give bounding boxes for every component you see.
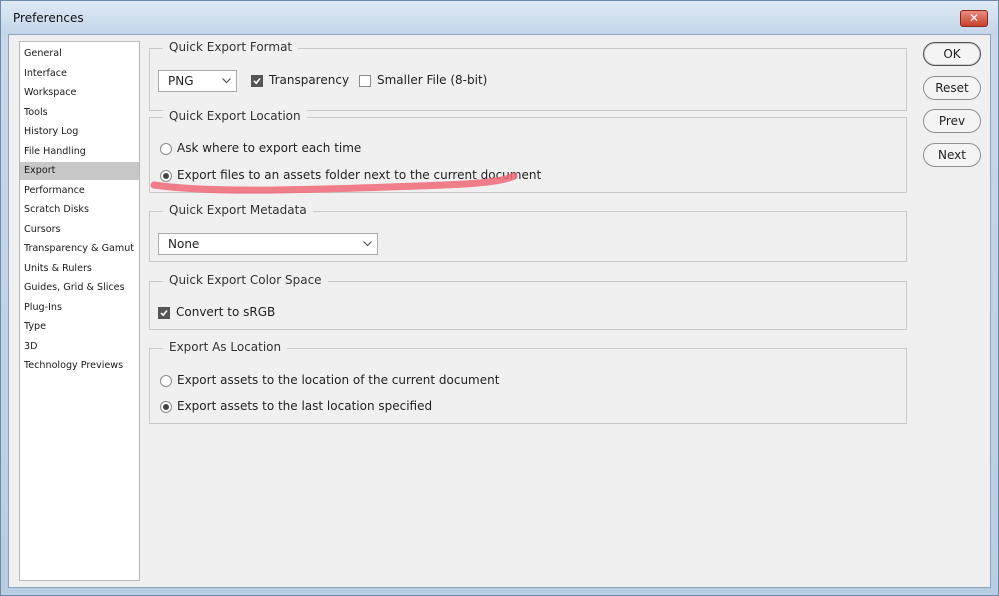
- last-location-label[interactable]: Export assets to the last location speci…: [177, 399, 432, 413]
- chevron-down-icon: [363, 241, 372, 247]
- close-button[interactable]: ✕: [960, 10, 988, 27]
- smaller-file-label[interactable]: Smaller File (8-bit): [377, 73, 487, 87]
- sidebar-item-history-log[interactable]: History Log: [20, 123, 139, 141]
- sidebar-item-scratch-disks[interactable]: Scratch Disks: [20, 201, 139, 219]
- dialog-body: General Interface Workspace Tools Histor…: [8, 34, 991, 588]
- sidebar-item-workspace[interactable]: Workspace: [20, 84, 139, 102]
- quick-export-color-space-group: Quick Export Color Space Convert to sRGB: [149, 273, 907, 330]
- smaller-file-checkbox[interactable]: [359, 75, 371, 87]
- close-icon: ✕: [968, 11, 980, 25]
- transparency-label[interactable]: Transparency: [269, 73, 349, 87]
- quick-export-location-group: Quick Export Location Ask where to expor…: [149, 109, 907, 193]
- checkmark-icon: [253, 77, 261, 85]
- quick-export-metadata-group: Quick Export Metadata None: [149, 203, 907, 262]
- sidebar-item-interface[interactable]: Interface: [20, 65, 139, 83]
- metadata-select[interactable]: None: [158, 233, 378, 255]
- current-document-location-label[interactable]: Export assets to the location of the cur…: [177, 373, 499, 387]
- quick-export-format-legend: Quick Export Format: [163, 40, 299, 54]
- chevron-down-icon: [222, 78, 231, 84]
- transparency-checkbox[interactable]: [251, 75, 263, 87]
- sidebar-item-technology-previews[interactable]: Technology Previews: [20, 357, 139, 375]
- sidebar-item-plug-ins[interactable]: Plug-Ins: [20, 299, 139, 317]
- category-list: General Interface Workspace Tools Histor…: [19, 41, 140, 581]
- sidebar-item-performance[interactable]: Performance: [20, 182, 139, 200]
- window-title: Preferences: [13, 11, 84, 25]
- sidebar-item-file-handling[interactable]: File Handling: [20, 143, 139, 161]
- last-location-radio[interactable]: [160, 401, 172, 413]
- reset-button[interactable]: Reset: [923, 76, 981, 100]
- prev-button[interactable]: Prev: [923, 109, 981, 133]
- format-select[interactable]: PNG: [158, 70, 237, 92]
- sidebar-item-guides-grid-slices[interactable]: Guides, Grid & Slices: [20, 279, 139, 297]
- sidebar-item-export[interactable]: Export: [20, 162, 139, 180]
- convert-srgb-checkbox[interactable]: [158, 307, 170, 319]
- ok-button[interactable]: OK: [923, 42, 981, 66]
- export-as-location-legend: Export As Location: [163, 340, 288, 354]
- title-bar[interactable]: Preferences ✕: [1, 1, 998, 35]
- preferences-window: Preferences ✕ General Interface Workspac…: [0, 0, 999, 596]
- assets-folder-label[interactable]: Export files to an assets folder next to…: [177, 168, 541, 182]
- next-button-label: Next: [938, 148, 966, 162]
- quick-export-location-legend: Quick Export Location: [163, 109, 307, 123]
- sidebar-item-general[interactable]: General: [20, 45, 139, 63]
- ask-where-label[interactable]: Ask where to export each time: [177, 141, 361, 155]
- sidebar-item-cursors[interactable]: Cursors: [20, 221, 139, 239]
- quick-export-color-space-legend: Quick Export Color Space: [163, 273, 328, 287]
- sidebar-item-tools[interactable]: Tools: [20, 104, 139, 122]
- current-document-location-radio[interactable]: [160, 375, 172, 387]
- sidebar-item-type[interactable]: Type: [20, 318, 139, 336]
- metadata-select-value: None: [168, 237, 200, 251]
- sidebar-item-transparency-gamut[interactable]: Transparency & Gamut: [20, 240, 139, 258]
- quick-export-metadata-legend: Quick Export Metadata: [163, 203, 313, 217]
- ask-where-radio[interactable]: [160, 143, 172, 155]
- checkmark-icon: [160, 309, 168, 317]
- next-button[interactable]: Next: [923, 143, 981, 167]
- assets-folder-radio[interactable]: [160, 170, 172, 182]
- prev-button-label: Prev: [938, 114, 966, 128]
- sidebar-item-3d[interactable]: 3D: [20, 338, 139, 356]
- sidebar-item-units-rulers[interactable]: Units & Rulers: [20, 260, 139, 278]
- format-select-value: PNG: [168, 74, 194, 88]
- convert-srgb-label[interactable]: Convert to sRGB: [176, 305, 275, 319]
- export-as-location-group: Export As Location Export assets to the …: [149, 340, 907, 424]
- quick-export-format-group: Quick Export Format PNG Transparency Sma…: [149, 40, 907, 111]
